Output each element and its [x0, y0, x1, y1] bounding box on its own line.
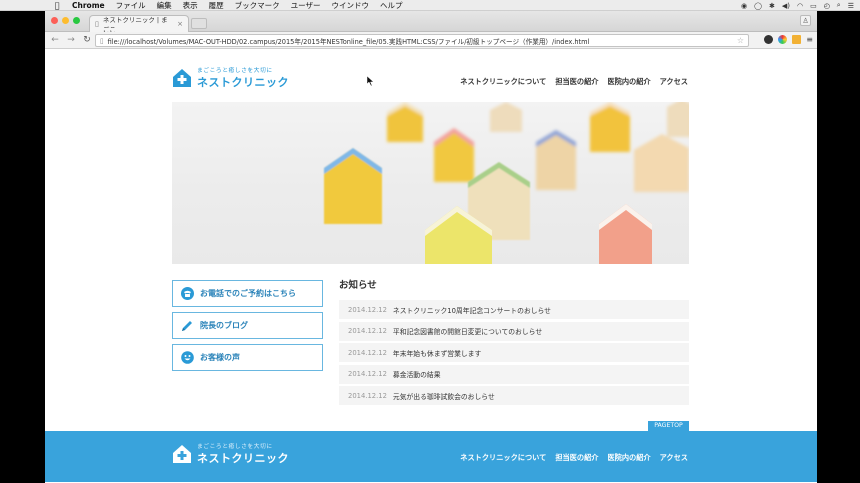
extension-dark-icon[interactable] [764, 35, 774, 44]
list-icon[interactable]: ☰ [848, 2, 854, 10]
news-item[interactable]: 2014.12.12 ネストクリニック10周年記念コンサートのおしらせ [339, 300, 689, 319]
menu-user[interactable]: ユーザー [291, 0, 321, 11]
footer-logo[interactable]: まごころと癒しさを大切に ネストクリニック [172, 441, 289, 466]
mac-menubar:  Chrome ファイル 編集 表示 履歴 ブックマーク ユーザー ウインドウ… [0, 0, 860, 11]
menu-file[interactable]: ファイル [116, 0, 146, 11]
battery-icon[interactable]: ▭ [810, 2, 817, 10]
news-text: 年末年始も休まず営業します [392, 349, 482, 358]
close-tab-icon[interactable]: × [177, 20, 183, 28]
news-section: お知らせ 2014.12.12 ネストクリニック10周年記念コンサートのおしらせ… [339, 277, 689, 408]
customer-voice-label: お客様の声 [200, 353, 240, 362]
news-date: 2014.12.12 [348, 348, 387, 357]
site-logo[interactable]: まごころと癒しさを大切に ネストクリニック [172, 65, 289, 90]
forward-icon[interactable]: → [65, 35, 77, 45]
clock-icon[interactable]: ◴ [824, 2, 830, 10]
nav-about[interactable]: ネストクリニックについて [460, 77, 546, 87]
status-icons: ◉ ◯ ✱ ◀) ◠ ▭ ◴ ⌕ ☰ [741, 0, 854, 11]
menu-help[interactable]: ヘルプ [380, 0, 403, 11]
nav-doctors[interactable]: 担当医の紹介 [555, 77, 598, 87]
pagetop-button[interactable]: PAGETOP [648, 421, 689, 431]
site-tagline: まごころと癒しさを大切に [197, 68, 273, 74]
news-date: 2014.12.12 [348, 370, 387, 378]
menu-edit[interactable]: 編集 [157, 0, 172, 11]
mouse-cursor-icon [367, 76, 375, 86]
news-item[interactable]: 2014.12.12 年末年始も休まず営業します [339, 343, 689, 362]
wifi-icon[interactable]: ◠ [797, 2, 803, 10]
news-title: お知らせ [339, 280, 377, 291]
news-text: ネストクリニック10周年記念コンサートのおしらせ [392, 306, 551, 315]
hero-image [172, 102, 689, 264]
address-bar[interactable]: ▯ file:///localhost/Volumes/MAC-OUT-HDD/… [95, 34, 749, 47]
circle-icon[interactable]: ◯ [754, 2, 762, 10]
footer-site-name: ネストクリニック [197, 452, 289, 465]
director-blog-label: 院長のブログ [200, 321, 248, 330]
site-footer: まごころと癒しさを大切に ネストクリニック ネストクリニックについて 担当医の紹… [45, 431, 817, 482]
apple-icon[interactable]:  [50, 1, 64, 10]
pencil-icon [182, 321, 192, 331]
page-icon: ▯ [100, 36, 104, 45]
profile-icon[interactable]: ♙ [800, 15, 811, 26]
menu-icon[interactable]: ≡ [806, 35, 813, 44]
phone-reservation-label: お電話でのご予約はこちら [200, 289, 296, 298]
menu-bookmarks[interactable]: ブックマーク [235, 0, 280, 11]
smiley-icon [181, 351, 194, 364]
volume-icon[interactable]: ◀) [782, 2, 790, 10]
nav-access[interactable]: アクセス [660, 77, 688, 87]
extensions: ≡ [764, 35, 813, 44]
global-nav: ネストクリニックについて 担当医の紹介 医院内の紹介 アクセス [460, 77, 688, 87]
browser-window: ▯ ネストクリニック | まごこ × ♙ ← → ↻ ▯ file:///loc… [45, 11, 817, 483]
house-logo-icon [173, 68, 191, 87]
news-item[interactable]: 2014.12.12 元気が出る珈琲試飲会のおしらせ [339, 386, 689, 405]
footer-nav-access[interactable]: アクセス [660, 453, 688, 463]
news-text: 元気が出る珈琲試飲会のおしらせ [392, 392, 495, 401]
menu-app-name[interactable]: Chrome [72, 1, 105, 10]
tab-active[interactable]: ▯ ネストクリニック | まごこ × [89, 15, 189, 34]
menu-view[interactable]: 表示 [183, 0, 198, 11]
phone-icon [181, 287, 194, 300]
menu-history[interactable]: 履歴 [209, 0, 224, 11]
footer-nav-clinic[interactable]: 医院内の紹介 [607, 453, 650, 463]
site-name: ネストクリニック [197, 76, 289, 89]
news-date: 2014.12.12 [348, 305, 387, 314]
minimize-window-icon[interactable] [62, 17, 69, 24]
phone-reservation-button[interactable]: お電話でのご予約はこちら [172, 280, 323, 307]
search-icon[interactable]: ⌕ [837, 1, 841, 10]
bookmark-star-icon[interactable]: ☆ [737, 36, 744, 45]
zoom-window-icon[interactable] [73, 17, 80, 24]
bluetooth-icon[interactable]: ✱ [769, 2, 775, 10]
close-window-icon[interactable] [51, 17, 58, 24]
extension-color-icon[interactable] [778, 35, 788, 44]
new-tab-button[interactable] [191, 18, 207, 29]
news-item[interactable]: 2014.12.12 募金活動の結果 [339, 364, 689, 384]
tab-title: ネストクリニック | まごこ [102, 16, 168, 34]
web-page: まごころと癒しさを大切に ネストクリニック ネストクリニックについて 担当医の紹… [45, 49, 817, 482]
footer-nav: ネストクリニックについて 担当医の紹介 医院内の紹介 アクセス [460, 453, 688, 463]
nav-clinic[interactable]: 医院内の紹介 [607, 77, 650, 87]
menu-window[interactable]: ウインドウ [331, 0, 369, 11]
news-text: 募金活動の結果 [392, 371, 441, 379]
url-text: file:///localhost/Volumes/MAC-OUT-HDD/02… [107, 37, 590, 46]
page-icon: ▯ [95, 20, 99, 28]
record-icon[interactable]: ◉ [741, 2, 747, 10]
tab-bar: ▯ ネストクリニック | まごこ × ♙ [45, 11, 817, 34]
news-date: 2014.12.12 [348, 391, 387, 400]
news-text: 平和記念図書館の開館日変更についてのおしらせ [392, 328, 543, 336]
extension-yellow-icon[interactable] [792, 35, 802, 44]
news-item[interactable]: 2014.12.12 平和記念図書館の開館日変更についてのおしらせ [339, 321, 689, 341]
wooden-houses-illustration [324, 102, 689, 264]
director-blog-button[interactable]: 院長のブログ [172, 312, 323, 339]
browser-toolbar: ← → ↻ ▯ file:///localhost/Volumes/MAC-OU… [45, 32, 817, 49]
back-icon[interactable]: ← [49, 35, 61, 45]
reload-icon[interactable]: ↻ [81, 35, 93, 45]
footer-tagline: まごころと癒しさを大切に [197, 444, 273, 450]
window-controls [51, 17, 80, 24]
news-date: 2014.12.12 [348, 327, 387, 335]
house-logo-icon [173, 444, 191, 463]
footer-nav-doctors[interactable]: 担当医の紹介 [555, 453, 598, 463]
customer-voice-button[interactable]: お客様の声 [172, 344, 323, 371]
footer-nav-about[interactable]: ネストクリニックについて [460, 453, 546, 463]
